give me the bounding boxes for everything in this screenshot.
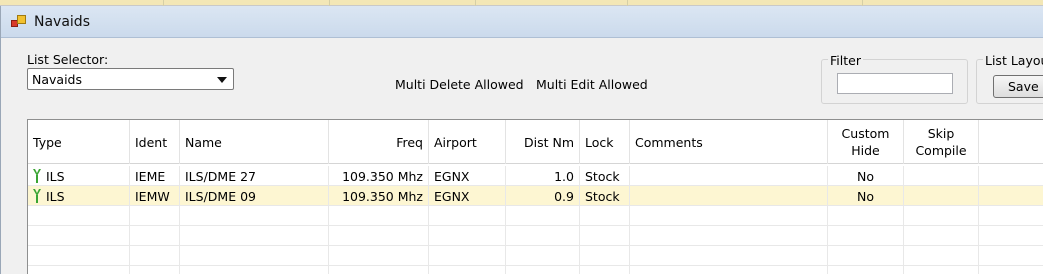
cell-lock: Stock <box>580 166 630 186</box>
table-row[interactable]: ILS IEME ILS/DME 27 109.350 Mhz EGNX 1.0… <box>28 166 1043 186</box>
col-header-custom-hide-line2: Hide <box>851 143 880 158</box>
cell-freq: 109.350 Mhz <box>329 166 429 186</box>
cell-type-text: ILS <box>46 188 65 204</box>
multi-delete-status: Multi Delete Allowed <box>395 77 524 92</box>
cell-type-text: ILS <box>46 168 65 184</box>
col-header-name[interactable]: Name <box>180 120 329 164</box>
cell-skip-compile[interactable] <box>904 166 979 186</box>
ils-antenna-icon <box>33 189 41 203</box>
col-header-freq[interactable]: Freq <box>329 120 429 164</box>
list-layout-title: List Layout <box>983 53 1043 68</box>
cell-lock: Stock <box>580 186 630 206</box>
empty-row <box>28 206 1043 226</box>
cell-airport: EGNX <box>429 186 506 206</box>
table-row-selected[interactable]: ILS IEMW ILS/DME 09 109.350 Mhz EGNX 0.9… <box>28 186 1043 206</box>
ils-antenna-icon <box>33 169 41 183</box>
col-header-custom-hide-line1: Custom <box>841 126 890 141</box>
cell-freq: 109.350 Mhz <box>329 186 429 206</box>
window-title: Navaids <box>34 14 90 30</box>
filter-input[interactable] <box>837 73 953 94</box>
cell-name: ILS/DME 27 <box>180 166 329 186</box>
cell-filler <box>979 166 1043 186</box>
cell-custom-hide[interactable]: No <box>828 166 904 186</box>
cell-dist: 0.9 <box>506 186 580 206</box>
cell-ident: IEMW <box>130 186 180 206</box>
col-header-skip-compile[interactable]: Skip Compile <box>904 120 979 164</box>
list-selector-value: Navaids <box>32 72 82 87</box>
cell-filler <box>979 186 1043 206</box>
table-header: Type Ident Name Freq Airport Dist Nm Loc… <box>28 120 1043 164</box>
cell-dist: 1.0 <box>506 166 580 186</box>
cell-type: ILS <box>28 166 130 186</box>
list-selector-label: List Selector: <box>27 52 109 67</box>
cell-name: ILS/DME 09 <box>180 186 329 206</box>
save-layout-button[interactable]: Save <box>993 75 1043 98</box>
col-header-skip-compile-line2: Compile <box>915 143 967 158</box>
col-header-type[interactable]: Type <box>28 120 130 164</box>
app-icon[interactable] <box>11 15 27 29</box>
list-selector-dropdown[interactable]: Navaids <box>27 68 234 90</box>
col-header-skip-compile-line1: Skip <box>927 126 955 141</box>
cell-airport: EGNX <box>429 166 506 186</box>
empty-row <box>28 246 1043 266</box>
multi-edit-status: Multi Edit Allowed <box>536 77 648 92</box>
cell-skip-compile[interactable] <box>904 186 979 206</box>
chevron-down-icon[interactable] <box>217 77 227 83</box>
list-layout-group: List Layout Save <box>976 53 1043 104</box>
col-header-lock[interactable]: Lock <box>580 120 630 164</box>
cell-type: ILS <box>28 186 130 206</box>
filter-group: Filter <box>821 53 968 104</box>
col-header-dist[interactable]: Dist Nm <box>506 120 580 164</box>
cell-comments[interactable] <box>630 186 828 206</box>
title-bar[interactable]: Navaids <box>1 6 1043 38</box>
navaids-table: Type Ident Name Freq Airport Dist Nm Loc… <box>27 119 1043 274</box>
col-header-airport[interactable]: Airport <box>429 120 506 164</box>
col-header-comments[interactable]: Comments <box>630 120 828 164</box>
empty-row <box>28 226 1043 246</box>
cell-custom-hide[interactable]: No <box>828 186 904 206</box>
cell-ident: IEME <box>130 166 180 186</box>
col-header-custom-hide[interactable]: Custom Hide <box>828 120 904 164</box>
col-header-filler <box>979 120 1043 164</box>
filter-title: Filter <box>828 53 863 68</box>
cell-comments[interactable] <box>630 166 828 186</box>
empty-row <box>28 266 1043 274</box>
col-header-ident[interactable]: Ident <box>130 120 180 164</box>
